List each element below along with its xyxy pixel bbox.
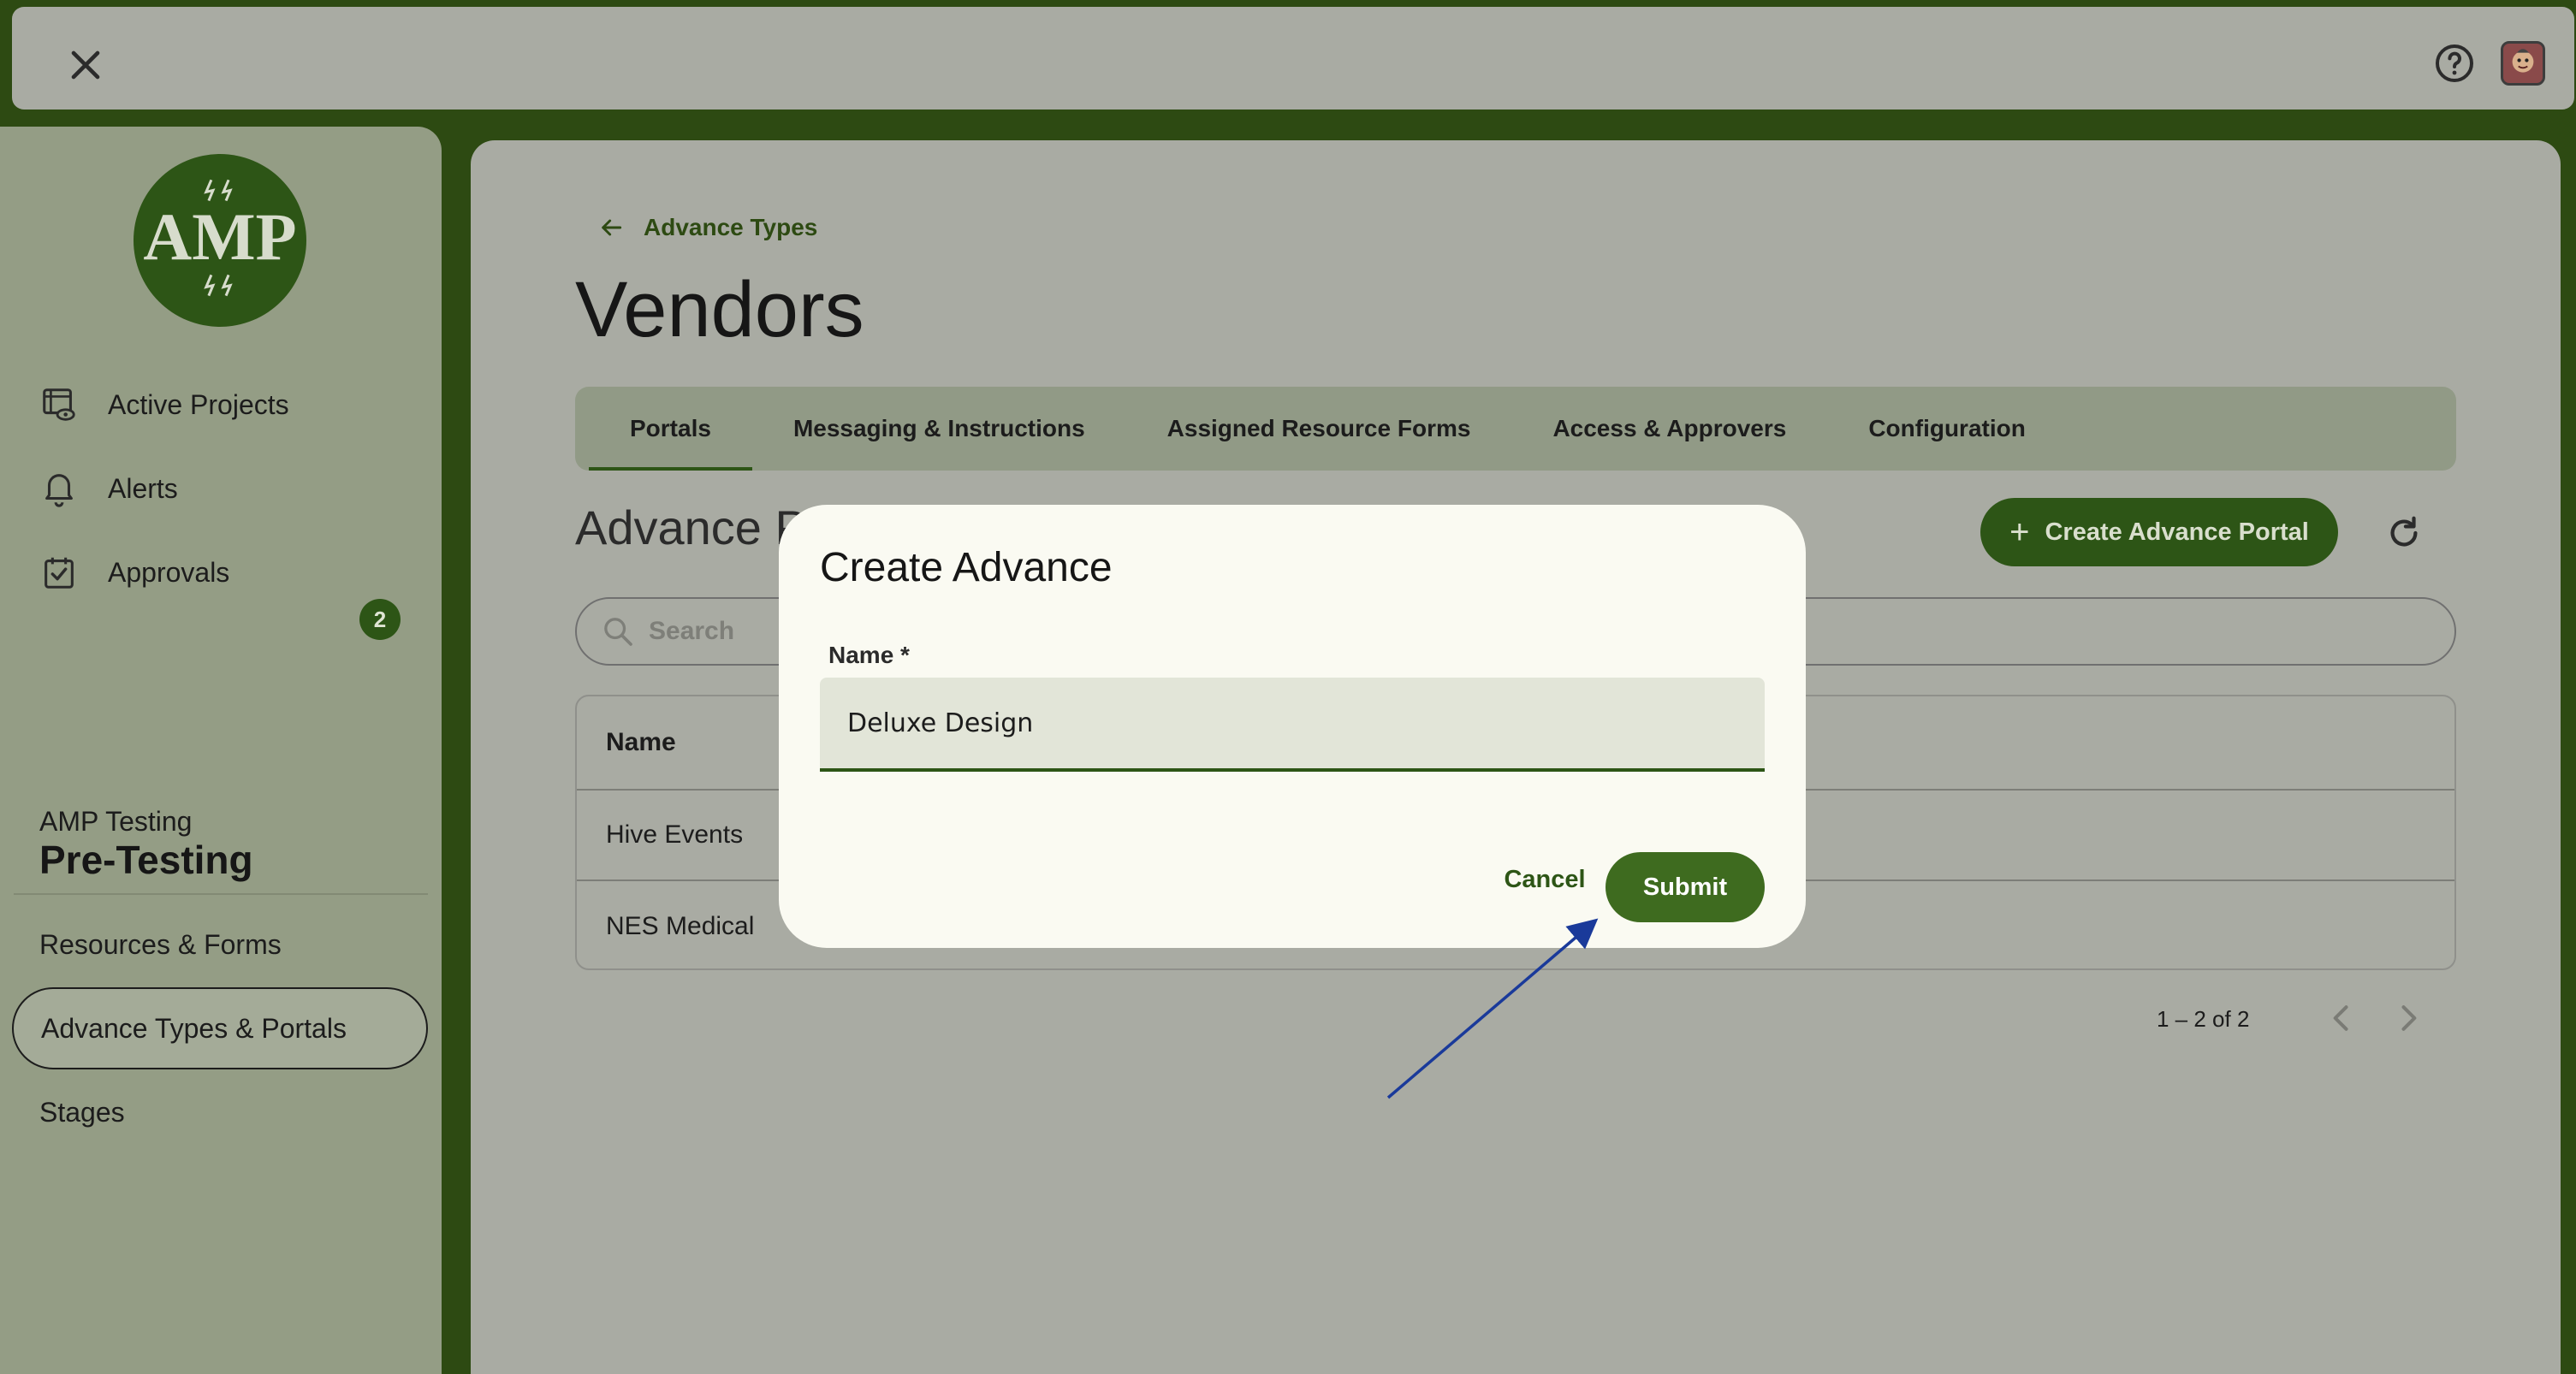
sidebar-item-label: Alerts: [108, 472, 178, 504]
create-advance-portal-button[interactable]: + Create Advance Portal: [1980, 498, 2338, 566]
alerts-count-badge: 2: [359, 599, 401, 640]
tab-messaging-instructions[interactable]: Messaging & Instructions: [793, 387, 1085, 471]
help-icon[interactable]: [2434, 43, 2475, 84]
dialog-title: Create Advance: [820, 545, 1113, 590]
avatar[interactable]: [2501, 41, 2545, 86]
svg-text:AMP: AMP: [143, 200, 296, 275]
divider: [14, 893, 428, 895]
top-bar: [12, 7, 2574, 110]
projects-eye-icon: [43, 388, 75, 421]
close-icon[interactable]: [62, 41, 110, 89]
submit-button[interactable]: Submit: [1606, 852, 1765, 922]
sidebar-item-active-projects[interactable]: Active Projects: [39, 385, 289, 424]
pagination-range: 1 – 2 of 2: [2157, 1006, 2250, 1032]
sidebar-item-label: Active Projects: [108, 388, 289, 420]
sidebar-item-label: Approvals: [108, 556, 230, 588]
chevron-left-icon[interactable]: [2323, 999, 2360, 1037]
back-link[interactable]: Advance Types: [597, 214, 817, 241]
tab-assigned-resource-forms[interactable]: Assigned Resource Forms: [1167, 387, 1471, 471]
tab-configuration[interactable]: Configuration: [1868, 387, 2026, 471]
column-header-name[interactable]: Name: [606, 728, 676, 757]
arrow-left-icon: [602, 219, 622, 236]
table-cell-name: Hive Events: [606, 820, 744, 849]
search-icon: [604, 618, 632, 646]
page-title: Vendors: [575, 266, 864, 353]
name-field[interactable]: [820, 678, 1765, 772]
refresh-icon[interactable]: [2384, 513, 2424, 553]
project-org: AMP Testing: [39, 806, 193, 837]
name-input[interactable]: [820, 678, 1765, 768]
sidebar: AMP Active Projects Alerts 2 Approvals A…: [0, 127, 442, 1374]
calendar-check-icon: [45, 557, 74, 589]
sidebar-item-approvals[interactable]: Approvals: [39, 553, 229, 592]
amp-logo[interactable]: AMP: [134, 154, 306, 327]
tab-bar: Portals Messaging & Instructions Assigne…: [575, 387, 2456, 471]
name-field-label: Name *: [828, 642, 910, 668]
cancel-button[interactable]: Cancel: [1481, 856, 1609, 903]
sidebar-item-alerts[interactable]: Alerts: [39, 469, 178, 508]
project-name: Pre-Testing: [39, 838, 253, 882]
plus-icon: +: [2009, 512, 2030, 551]
amp-logo-mark: AMP: [143, 179, 297, 297]
tab-access-approvers[interactable]: Access & Approvers: [1552, 387, 1786, 471]
chevron-right-icon[interactable]: [2389, 999, 2427, 1037]
table-cell-name: NES Medical: [606, 912, 755, 940]
back-link-label: Advance Types: [644, 214, 818, 240]
create-advance-portal-label: Create Advance Portal: [2045, 518, 2309, 546]
tab-portals[interactable]: Portals: [589, 387, 752, 471]
sidebar-item-resources-forms[interactable]: Resources & Forms: [39, 929, 282, 961]
sidebar-item-stages[interactable]: Stages: [39, 1097, 125, 1128]
sidebar-item-advance-types-portals[interactable]: Advance Types & Portals: [12, 987, 428, 1069]
create-advance-dialog: Create Advance Name * Cancel Submit: [779, 505, 1806, 948]
bell-icon: [45, 474, 73, 507]
